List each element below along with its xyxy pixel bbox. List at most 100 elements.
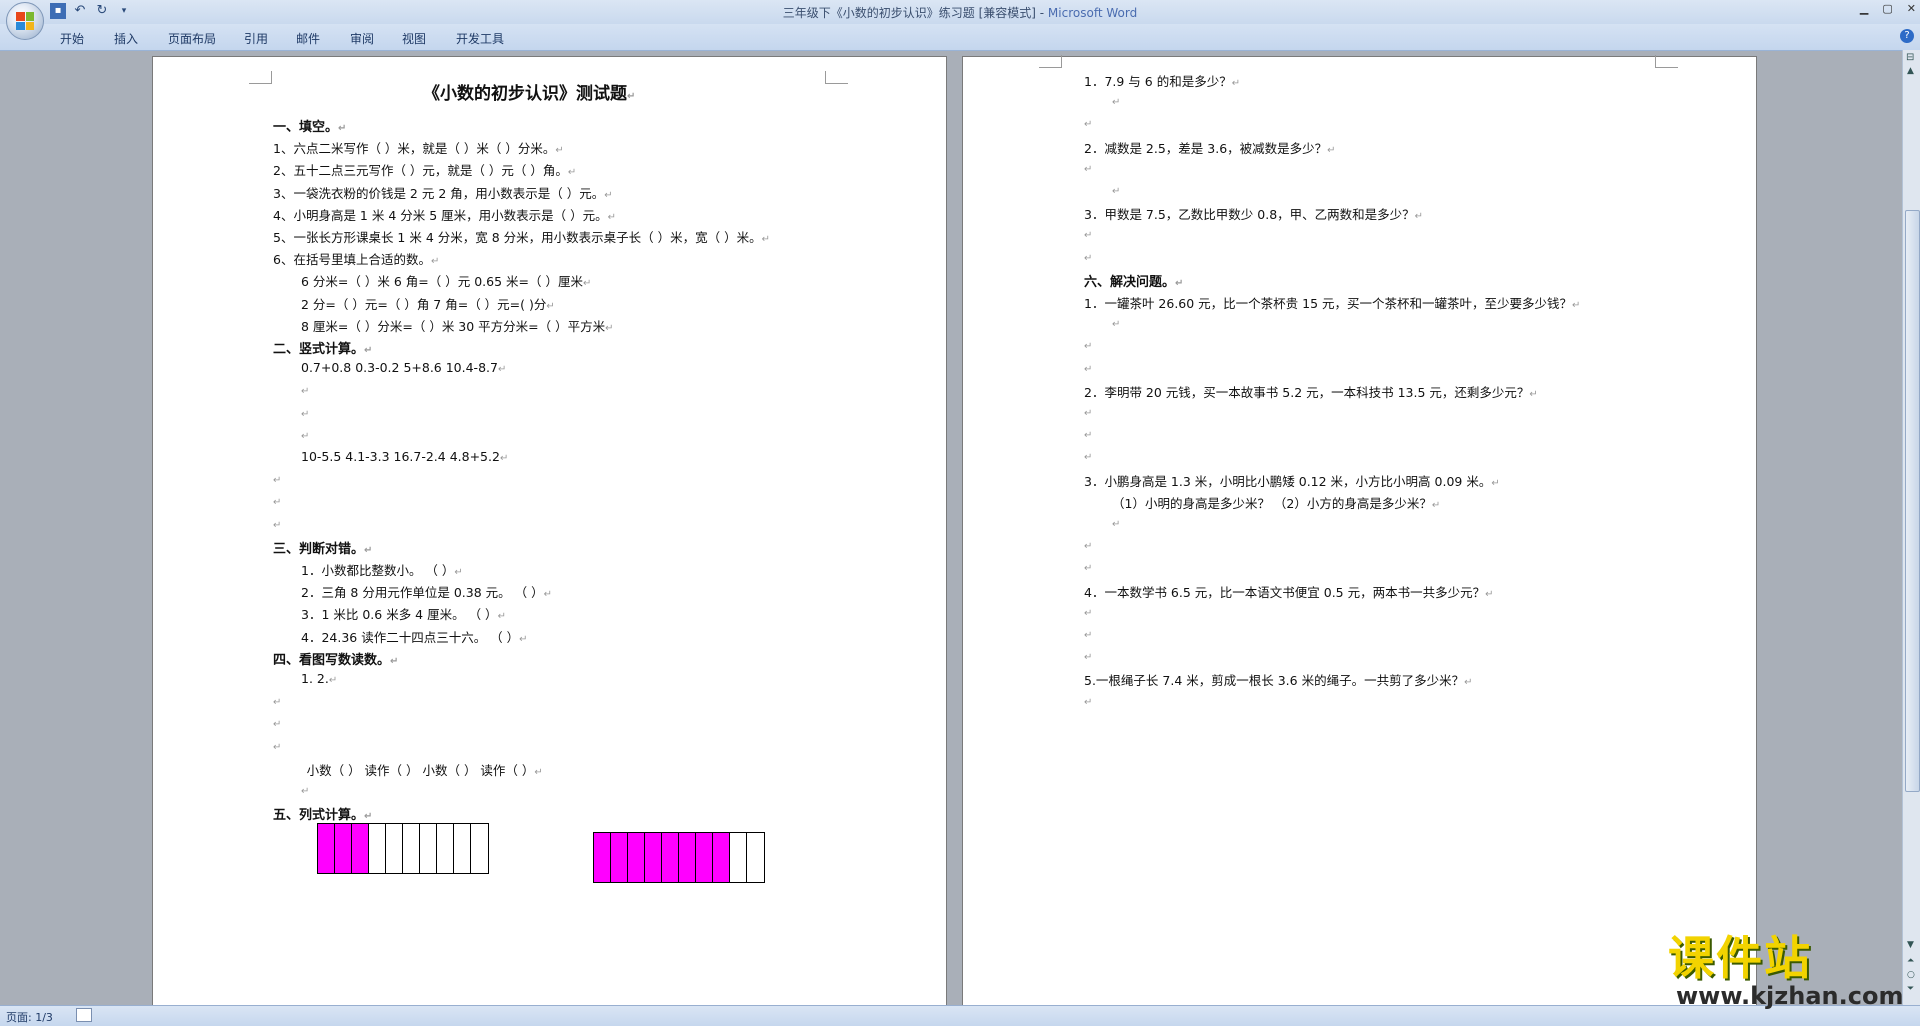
vertical-scrollbar[interactable]: ⊟ ▲ ▼ ⏶ ○ ⏷ xyxy=(1902,50,1920,1005)
paragraph-mark: ↵ xyxy=(519,633,528,645)
paragraph-mark: ↵ xyxy=(1112,97,1121,109)
empty-paragraph: ↵ xyxy=(1084,604,1092,619)
paragraph-mark: ↵ xyxy=(555,145,564,157)
paragraph-mark: ↵ xyxy=(604,189,613,201)
paragraph-line: 2．李明带 20 元钱，买一本故事书 5.2 元，一本科技书 13.5 元，还剩… xyxy=(1084,384,1538,400)
paragraph-mark: ↵ xyxy=(607,211,617,223)
document-page-1[interactable]: 《小数的初步认识》测试题↵ 一、填空。↵ 1、六点二米写作（ ）米，就是（ ）米（… xyxy=(152,56,947,1007)
paragraph-mark: ↵ xyxy=(1084,452,1093,464)
paragraph-mark: ↵ xyxy=(364,811,373,823)
window-title: 三年级下《小数的初步认识》练习题 [兼容模式] - Microsoft Word xyxy=(782,6,1138,20)
empty-paragraph: ↵ xyxy=(1112,93,1120,108)
empty-paragraph: ↵ xyxy=(1084,404,1092,419)
grid-cell xyxy=(645,833,662,882)
crop-mark xyxy=(249,71,272,84)
empty-paragraph: ↵ xyxy=(1084,537,1092,552)
close-icon[interactable]: ✕ xyxy=(1907,2,1916,15)
paragraph-mark: ↵ xyxy=(273,741,282,753)
paragraph-mark: ↵ xyxy=(338,123,347,134)
empty-paragraph: ↵ xyxy=(1084,693,1092,708)
proofing-icon[interactable] xyxy=(76,1008,92,1022)
ruler-toggle-icon[interactable]: ⊟ xyxy=(1906,52,1914,63)
ribbon-tab-1[interactable]: 插入 xyxy=(114,30,138,47)
paragraph-mark: ↵ xyxy=(1084,363,1093,375)
grid-cell xyxy=(471,824,488,873)
crop-mark xyxy=(1039,55,1062,68)
empty-paragraph: ↵ xyxy=(1112,182,1120,197)
scroll-down-icon[interactable]: ▼ xyxy=(1907,940,1914,950)
paragraph-mark: ↵ xyxy=(328,675,338,686)
maximize-icon[interactable]: ▢ xyxy=(1882,2,1892,15)
paragraph-line: 6 分米=（ ）米 6 角=（ ）元 0.65 米=（ ）厘米↵ xyxy=(301,274,592,290)
paragraph-mark: ↵ xyxy=(497,364,507,376)
paragraph-mark: ↵ xyxy=(1414,211,1424,223)
minimize-icon[interactable]: ▁ xyxy=(1860,2,1868,15)
scroll-up-icon[interactable]: ▲ xyxy=(1907,66,1914,76)
grid-cell xyxy=(386,824,403,873)
paragraph-line: 8 厘米=（ ）分米=（ ）米 30 平方分米=（ ）平方米↵ xyxy=(301,318,614,334)
paragraph-mark: ↵ xyxy=(1084,652,1093,664)
ribbon-tab-7[interactable]: 开发工具 xyxy=(456,30,504,47)
paragraph-mark: ↵ xyxy=(582,278,592,290)
paragraph-mark: ↵ xyxy=(543,589,552,601)
empty-paragraph: ↵ xyxy=(273,471,281,486)
section-heading: 三、判断对错。↵ xyxy=(273,541,373,557)
help-icon[interactable]: ? xyxy=(1900,29,1914,43)
paragraph-mark: ↵ xyxy=(1327,144,1336,156)
paragraph-line: 5、一张长方形课桌长 1 米 4 分米，宽 8 分米，用小数表示桌子长（ ）米，… xyxy=(273,230,770,245)
grid-cell xyxy=(713,833,730,882)
paragraph-line: 5.一根绳子长 7.4 米，剪成一根长 3.6 米的绳子。一共剪了多少米？↵ xyxy=(1084,673,1473,689)
paragraph-mark: ↵ xyxy=(1084,230,1093,242)
status-bar: 页面: 1/3 xyxy=(0,1005,1920,1026)
paragraph-mark: ↵ xyxy=(1084,541,1093,553)
empty-paragraph: ↵ xyxy=(273,516,281,531)
grid-cell xyxy=(696,833,713,882)
empty-paragraph: ↵ xyxy=(1084,160,1092,175)
paragraph-mark: ↵ xyxy=(273,497,282,509)
ribbon-tab-2[interactable]: 页面布局 xyxy=(168,30,216,47)
grid-cell xyxy=(730,833,747,882)
paragraph-mark: ↵ xyxy=(1112,186,1121,197)
paragraph-mark: ↵ xyxy=(273,697,282,709)
empty-paragraph: ↵ xyxy=(301,382,309,397)
ribbon-tab-3[interactable]: 引用 xyxy=(244,30,268,47)
grid-cell xyxy=(611,833,628,882)
paragraph-line: 2、五十二点三元写作（ ）元，就是（ ）元（ ）角。↵ xyxy=(273,163,577,179)
paragraph-mark: ↵ xyxy=(1084,696,1093,708)
ribbon-tab-5[interactable]: 审阅 xyxy=(350,30,374,47)
grid-cell xyxy=(437,824,454,873)
empty-paragraph: ↵ xyxy=(1112,315,1120,330)
paragraph-mark: ↵ xyxy=(1529,388,1538,400)
grid-cell xyxy=(454,824,471,873)
empty-paragraph: ↵ xyxy=(1084,249,1092,264)
empty-paragraph: ↵ xyxy=(1084,559,1092,574)
empty-paragraph: ↵ xyxy=(301,405,309,420)
paragraph-line: 3．小鹏身高是 1.3 米，小明比小鹏矮 0.12 米，小方比小明高 0.09 … xyxy=(1084,473,1500,489)
scroll-thumb[interactable] xyxy=(1905,210,1920,792)
document-page-2[interactable]: 1．7.9 与 6 的和是多少？↵ ↵ ↵ 2．减数是 2.5，差是 3.6，被减数是… xyxy=(962,55,1757,1007)
paragraph-line: 小数（ ） 读作（ ） 小数（ ） 读作（ ）↵ xyxy=(306,762,543,778)
paragraph-mark: ↵ xyxy=(1112,519,1121,530)
ribbon-tab-4[interactable]: 邮件 xyxy=(296,30,320,47)
paragraph-mark: ↵ xyxy=(1084,430,1093,442)
ribbon-tab-0[interactable]: 开始 xyxy=(60,30,84,47)
grid-cell xyxy=(420,824,437,873)
office-button[interactable] xyxy=(6,2,44,40)
paragraph-mark: ↵ xyxy=(301,408,310,420)
page-indicator[interactable]: 页面: 1/3 xyxy=(6,1009,53,1025)
paragraph-mark: ↵ xyxy=(273,519,282,531)
grid-cell xyxy=(403,824,420,873)
empty-paragraph: ↵ xyxy=(301,782,309,797)
paragraph-line: 1．一罐茶叶 26.60 元，比一个茶杯贵 15 元，买一个茶杯和一罐茶叶，至少… xyxy=(1084,296,1581,311)
select-browse-object-icon[interactable]: ○ xyxy=(1907,970,1915,980)
grid-cell xyxy=(369,824,386,873)
paragraph-line: 2．三角 8 分用元作单位是 0.38 元。 （ ）↵ xyxy=(301,585,552,601)
next-page-icon[interactable]: ⏷ xyxy=(1907,984,1914,994)
ribbon-tab-6[interactable]: 视图 xyxy=(402,30,426,47)
paragraph-line: 1．小数都比整数小。 （ ）↵ xyxy=(301,563,463,578)
grid-cell xyxy=(352,824,369,873)
grid-cell xyxy=(679,833,696,882)
previous-page-icon[interactable]: ⏶ xyxy=(1907,956,1914,966)
fraction-grid-figure2 xyxy=(593,832,765,883)
empty-paragraph: ↵ xyxy=(1112,515,1120,530)
